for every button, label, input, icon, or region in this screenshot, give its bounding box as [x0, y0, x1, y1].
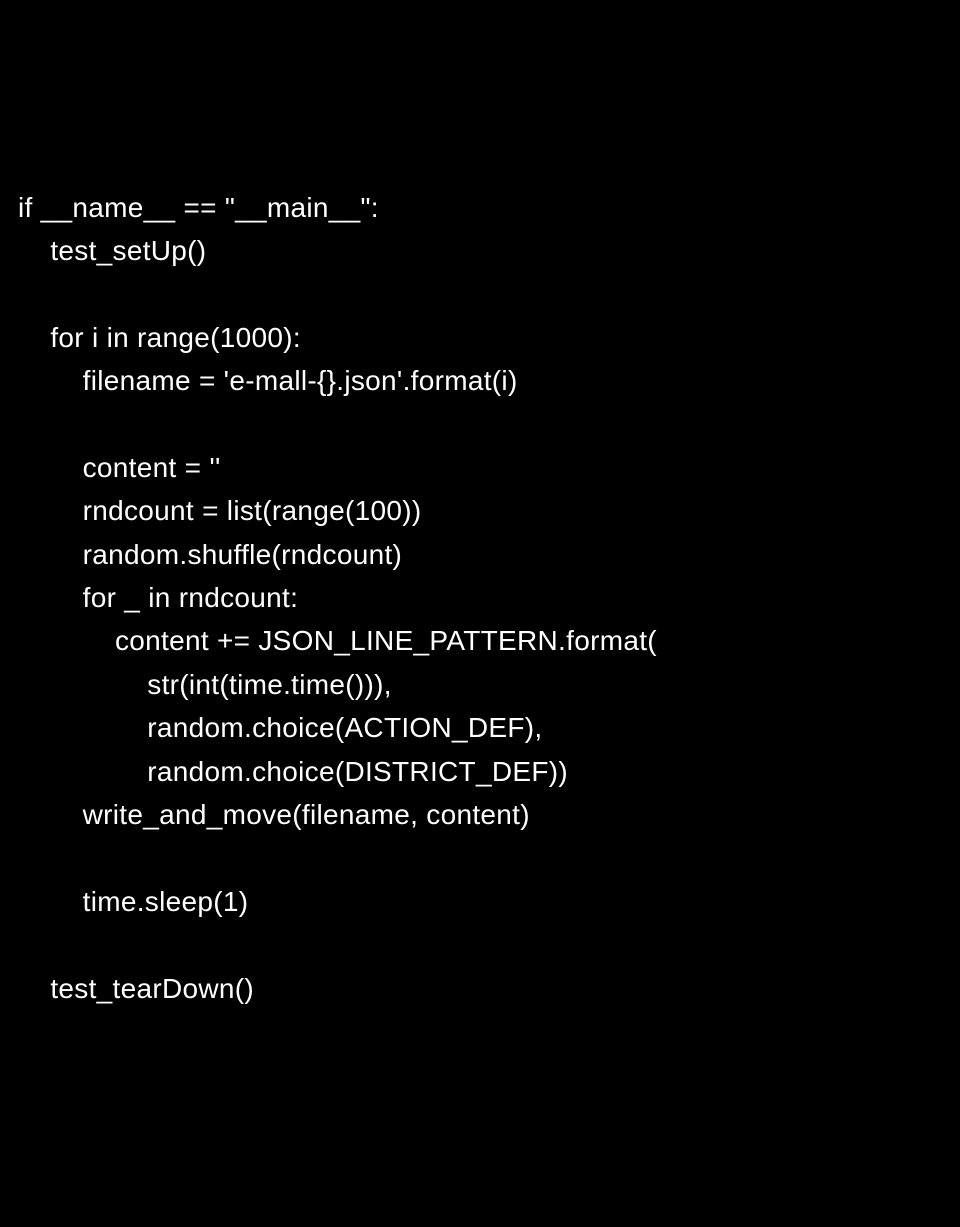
code-block: if __name__ == "__main__": test_setUp() … — [18, 186, 942, 1010]
